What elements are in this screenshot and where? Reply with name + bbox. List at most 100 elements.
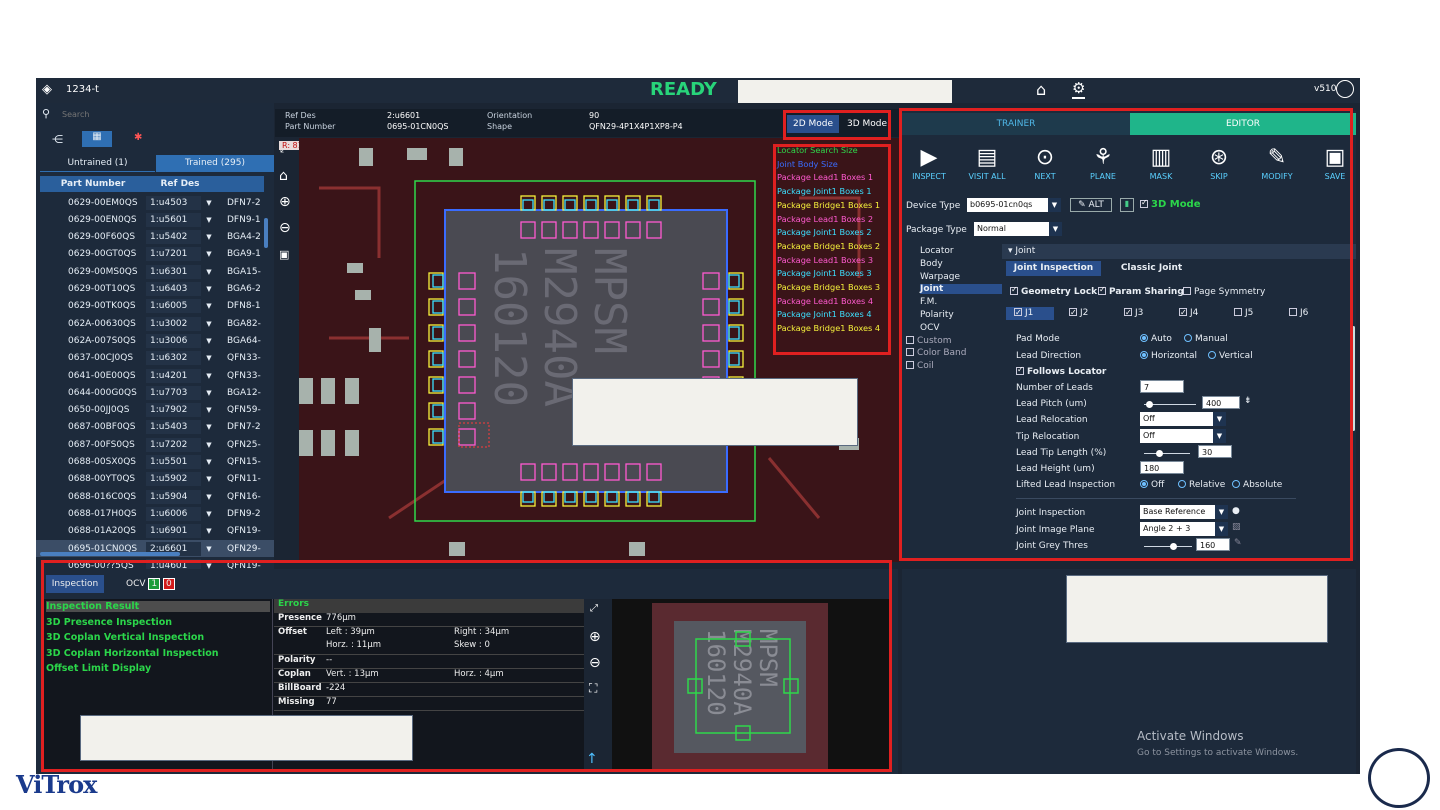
list-scrollbar[interactable] [264,218,268,248]
package-type-select[interactable]: Normal [974,222,1062,236]
lead-pitch-input[interactable]: 400 [1202,396,1240,409]
visit-all-button[interactable]: ▤ VISIT ALL [962,144,1012,181]
tab-trainer[interactable]: TRAINER [902,113,1130,135]
tab-j2[interactable]: J2 [1061,306,1109,320]
tab-j3[interactable]: J3 [1116,306,1164,320]
pad-mode-manual-radio[interactable]: Manual [1184,334,1228,344]
lifted-relative-radio[interactable]: Relative [1178,480,1225,490]
lifted-off-radio[interactable]: Off [1140,480,1164,490]
chart-icon[interactable]: ▮ [1120,198,1134,212]
tip-relocation-select[interactable]: Off [1140,429,1226,443]
result-item[interactable]: 3D Presence Inspection [46,617,172,628]
pcb-image-viewport[interactable]: ⤢ ⌂ ⊕ ⊖ ▣ R: 81 G: 25 B: 38 MPSM M2940A [275,138,900,562]
alt-button[interactable]: ✎ ALT [1070,198,1112,212]
joint-inspection-select[interactable]: Base Reference [1140,505,1228,519]
table-row[interactable]: 0629-00EN0QS 1:u5601 ▼ DFN9-1 [36,211,274,228]
dropdown-arrow-icon[interactable]: ▼ [201,389,217,397]
tab-untrained[interactable]: Untrained (1) [40,155,155,172]
tab-j6[interactable]: J6 [1281,307,1329,320]
editor-scrollbar[interactable] [1352,326,1355,431]
col-ref-des[interactable]: Ref Des [146,179,214,189]
dropdown-arrow-icon[interactable]: ▼ [201,527,217,535]
plane-button[interactable]: ⚘ PLANE [1078,144,1128,181]
tip-length-input[interactable]: 30 [1198,445,1232,458]
grey-thres-slider[interactable] [1144,543,1192,550]
table-row[interactable]: 0687-00BF0QS 1:u5403 ▼ DFN7-2 [36,419,274,436]
follows-locator-checkbox[interactable]: Follows Locator [1016,365,1106,377]
table-row[interactable]: 0644-000G0QS 1:u7703 ▼ BGA12- [36,384,274,401]
joint-plane-select[interactable]: Angle 2 + 3 [1140,522,1228,536]
dropdown-arrow-icon[interactable]: ▼ [201,493,217,501]
dropdown-arrow-icon[interactable]: ▼ [201,372,217,380]
tab-inspection[interactable]: Inspection [46,575,104,593]
tab-j1[interactable]: J1 [1006,306,1054,320]
lock-icon[interactable]: ⇟ [1244,396,1252,406]
nav-body[interactable]: Body [920,259,943,269]
result-item[interactable]: 3D Coplan Horizontal Inspection [46,648,219,659]
table-row[interactable]: 0629-00GT0QS 1:u7201 ▼ BGA9-1 [36,246,274,263]
nav-color-band[interactable]: Color Band [906,348,966,358]
skip-button[interactable]: ⊛ SKIP [1194,144,1244,181]
zoom-in-icon[interactable]: ⊕ [279,194,291,210]
table-row[interactable]: 0687-00FS0QS 1:u7202 ▼ QFN25- [36,436,274,453]
table-row[interactable]: 0688-017H0QS 1:u6006 ▼ DFN9-2 [36,505,274,522]
dropdown-arrow-icon[interactable]: ▼ [201,250,217,258]
inspect-button[interactable]: ▶ INSPECT [904,144,954,181]
nav-coil[interactable]: Coil [906,361,934,371]
result-item[interactable]: Inspection Result [46,601,270,612]
dropdown-arrow-icon[interactable]: ▼ [201,199,217,207]
slider-thumb[interactable] [1146,401,1153,408]
list-hscrollbar[interactable] [40,552,180,556]
tab-j5[interactable]: J5 [1226,307,1274,320]
lead-direction-vertical-radio[interactable]: Vertical [1208,351,1253,361]
home-icon[interactable]: ⌂ [1036,80,1046,99]
mode-3d-button[interactable]: 3D Mode [841,115,893,133]
search-input[interactable] [62,106,268,122]
table-row[interactable]: 0688-00YT0QS 1:u5902 ▼ QFN11- [36,471,274,488]
pad-mode-auto-radio[interactable]: Auto [1140,334,1172,344]
zoom-out-icon[interactable]: ⊖ [279,220,291,236]
user-icon[interactable] [1336,80,1354,98]
dropdown-arrow-icon[interactable]: ▼ [201,233,217,241]
tab-editor[interactable]: EDITOR [1130,113,1356,135]
save-button[interactable]: ▣ SAVE [1310,144,1356,181]
home-view-icon[interactable]: ⌂ [279,168,288,184]
edit-icon[interactable]: ✎ [1234,538,1242,548]
snapshot-icon[interactable]: ▣ [279,248,289,261]
dropdown-arrow-icon[interactable]: ▼ [201,423,217,431]
mode-2d-button[interactable]: 2D Mode [787,115,839,133]
table-row[interactable]: 0641-00E00QS 1:u4201 ▼ QFN33- [36,367,274,384]
lead-relocation-select[interactable]: Off [1140,412,1226,426]
tab-classic-joint[interactable]: Classic Joint [1104,261,1199,276]
tree-icon[interactable]: ⋲ [52,133,63,146]
result-item[interactable]: Offset Limit Display [46,663,151,674]
dropdown-arrow-icon[interactable]: ▼ [201,320,217,328]
table-row[interactable]: 0629-00T10QS 1:u6403 ▼ BGA6-2 [36,281,274,298]
nav-joint[interactable]: Joint [920,284,1002,295]
preview-zoom-out-icon[interactable]: ⊖ [589,655,601,671]
dropdown-arrow-icon[interactable]: ▼ [201,510,217,518]
dropdown-arrow-icon[interactable]: ▼ [201,475,217,483]
joint-section-header[interactable]: ▾ Joint [1002,244,1356,259]
tab-trained[interactable]: Trained (295) [156,155,274,172]
tab-j4[interactable]: J4 [1171,306,1219,320]
lead-pitch-slider[interactable] [1144,401,1196,408]
grey-thres-input[interactable]: 160 [1196,538,1230,551]
table-row[interactable]: 0629-00EM0QS 1:u4503 ▼ DFN7-2 [36,194,274,211]
dropdown-arrow-icon[interactable]: ▼ [201,406,217,414]
dropdown-arrow-icon[interactable]: ▼ [201,354,217,362]
dropdown-arrow-icon[interactable]: ▼ [201,268,217,276]
mode-3d-toggle[interactable]: 3D Mode [1140,198,1201,210]
nav-f-m-[interactable]: F.M. [920,297,937,307]
mask-button[interactable]: ▥ MASK [1136,144,1186,181]
modify-button[interactable]: ✎ MODIFY [1252,144,1302,181]
table-row[interactable]: 062A-00630QS 1:u3002 ▼ BGA82- [36,315,274,332]
preview-fit-icon[interactable]: ⤢ [590,603,598,614]
number-of-leads-input[interactable]: 7 [1140,380,1184,393]
chip-icon[interactable]: ✱ [134,132,142,143]
table-row[interactable]: 0688-016C0QS 1:u5904 ▼ QFN16- [36,488,274,505]
image-icon[interactable]: ▨ [1232,522,1241,532]
table-row[interactable]: 0637-00CJ0QS 1:u6302 ▼ QFN33- [36,350,274,367]
nav-locator[interactable]: Locator [920,246,954,256]
preview-expand-icon[interactable]: ⛶ [589,681,597,696]
